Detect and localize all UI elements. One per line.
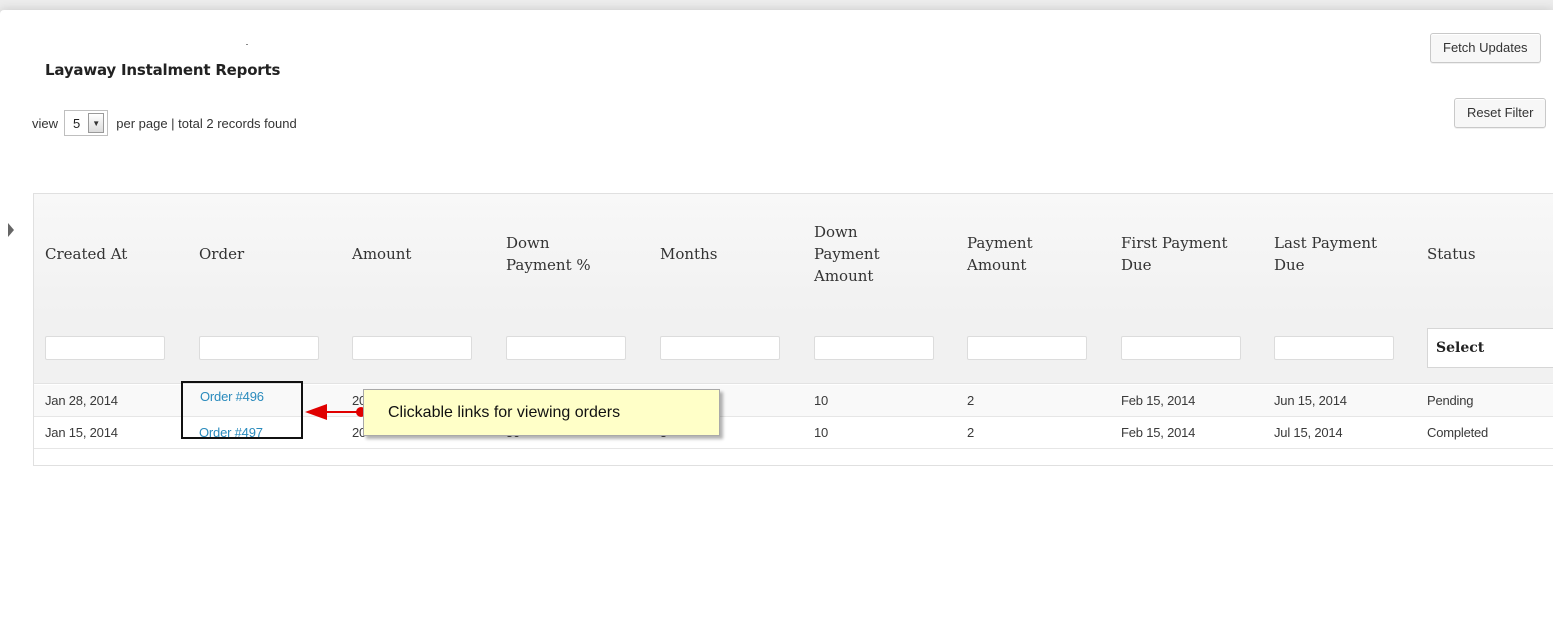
- callout-arrow-icon: [305, 404, 366, 420]
- filter-months[interactable]: [660, 336, 780, 360]
- table-cell-first-payment-due: Feb 15, 2014: [1121, 425, 1196, 440]
- column-header-status[interactable]: Status: [1427, 243, 1476, 265]
- annotation-callout: Clickable links for viewing orders: [363, 389, 720, 436]
- column-header-line: Down: [814, 223, 858, 241]
- column-header-line: Due: [1274, 256, 1305, 274]
- filter-last-payment-due[interactable]: [1274, 336, 1394, 360]
- column-header-last-payment-due[interactable]: Last Payment Due: [1274, 232, 1377, 276]
- filter-down-payment-amount[interactable]: [814, 336, 934, 360]
- filter-order[interactable]: [199, 336, 319, 360]
- column-header-line: Payment: [967, 234, 1033, 252]
- table-cell-down-payment-amount: 10: [814, 425, 829, 440]
- filter-first-payment-due[interactable]: [1121, 336, 1241, 360]
- column-header-down-payment-percent[interactable]: Down Payment %: [506, 232, 591, 276]
- column-header-down-payment-amount[interactable]: Down Payment Amount: [814, 221, 880, 287]
- order-link[interactable]: Order #496: [200, 389, 264, 404]
- column-header-created-at[interactable]: Created At: [45, 243, 127, 265]
- column-header-line: Status: [1427, 245, 1476, 263]
- table-cell-created-at: Jan 28, 2014: [45, 393, 118, 408]
- report-panel: Layaway Instalment Reports Fetch Updates…: [0, 10, 1553, 641]
- per-page-value: 5: [73, 115, 81, 131]
- table-cell-status: Completed: [1427, 425, 1489, 440]
- table-cell-down-payment-amount: 10: [814, 393, 829, 408]
- table-cell-last-payment-due: Jul 15, 2014: [1274, 425, 1343, 440]
- column-header-line: Order: [199, 245, 245, 263]
- table-cell-status: Pending: [1427, 393, 1474, 408]
- dropdown-arrow-icon[interactable]: ▼: [88, 113, 105, 133]
- reset-filter-button[interactable]: Reset Filter: [1454, 98, 1547, 128]
- column-header-line: Last Payment: [1274, 234, 1378, 252]
- filter-amount[interactable]: [352, 336, 472, 360]
- table-cell-payment-amount: 2: [967, 425, 975, 440]
- table-cell-payment-amount: 2: [967, 393, 975, 408]
- decorative-dot: [246, 44, 248, 45]
- view-label: view: [32, 115, 59, 131]
- column-header-line: Created At: [45, 245, 128, 263]
- table-cell-created-at: Jan 15, 2014: [45, 425, 118, 440]
- filter-created-at[interactable]: [45, 336, 165, 360]
- filter-down-payment-percent[interactable]: [506, 336, 626, 360]
- records-summary: per page | total 2 records found: [116, 115, 297, 131]
- page-title: Layaway Instalment Reports: [45, 61, 281, 79]
- pager: view 5 ▼ per page | total 2 records foun…: [32, 110, 297, 136]
- collapse-arrow-icon[interactable]: [8, 223, 14, 237]
- status-filter-select[interactable]: Select: [1427, 328, 1553, 368]
- fetch-updates-button[interactable]: Fetch Updates: [1430, 33, 1541, 63]
- column-header-payment-amount[interactable]: Payment Amount: [967, 232, 1033, 276]
- column-header-order[interactable]: Order: [199, 243, 244, 265]
- table-cell-last-payment-due: Jun 15, 2014: [1274, 393, 1347, 408]
- column-header-line: Due: [1121, 256, 1152, 274]
- per-page-select[interactable]: 5 ▼: [64, 110, 109, 136]
- column-header-line: Months: [660, 245, 718, 263]
- column-header-amount[interactable]: Amount: [352, 243, 411, 265]
- table-cell-first-payment-due: Feb 15, 2014: [1121, 393, 1196, 408]
- column-header-line: Down: [506, 234, 550, 252]
- column-header-first-payment-due[interactable]: First Payment Due: [1121, 232, 1228, 276]
- column-header-line: Amount: [967, 256, 1027, 274]
- filter-payment-amount[interactable]: [967, 336, 1087, 360]
- column-header-line: Amount: [352, 245, 412, 263]
- column-header-line: Payment %: [506, 256, 591, 274]
- highlight-box: Order #496: [181, 381, 303, 439]
- column-header-line: Payment: [814, 245, 880, 263]
- column-header-months[interactable]: Months: [660, 243, 717, 265]
- column-header-line: Amount: [814, 267, 874, 285]
- column-header-line: First Payment: [1121, 234, 1228, 252]
